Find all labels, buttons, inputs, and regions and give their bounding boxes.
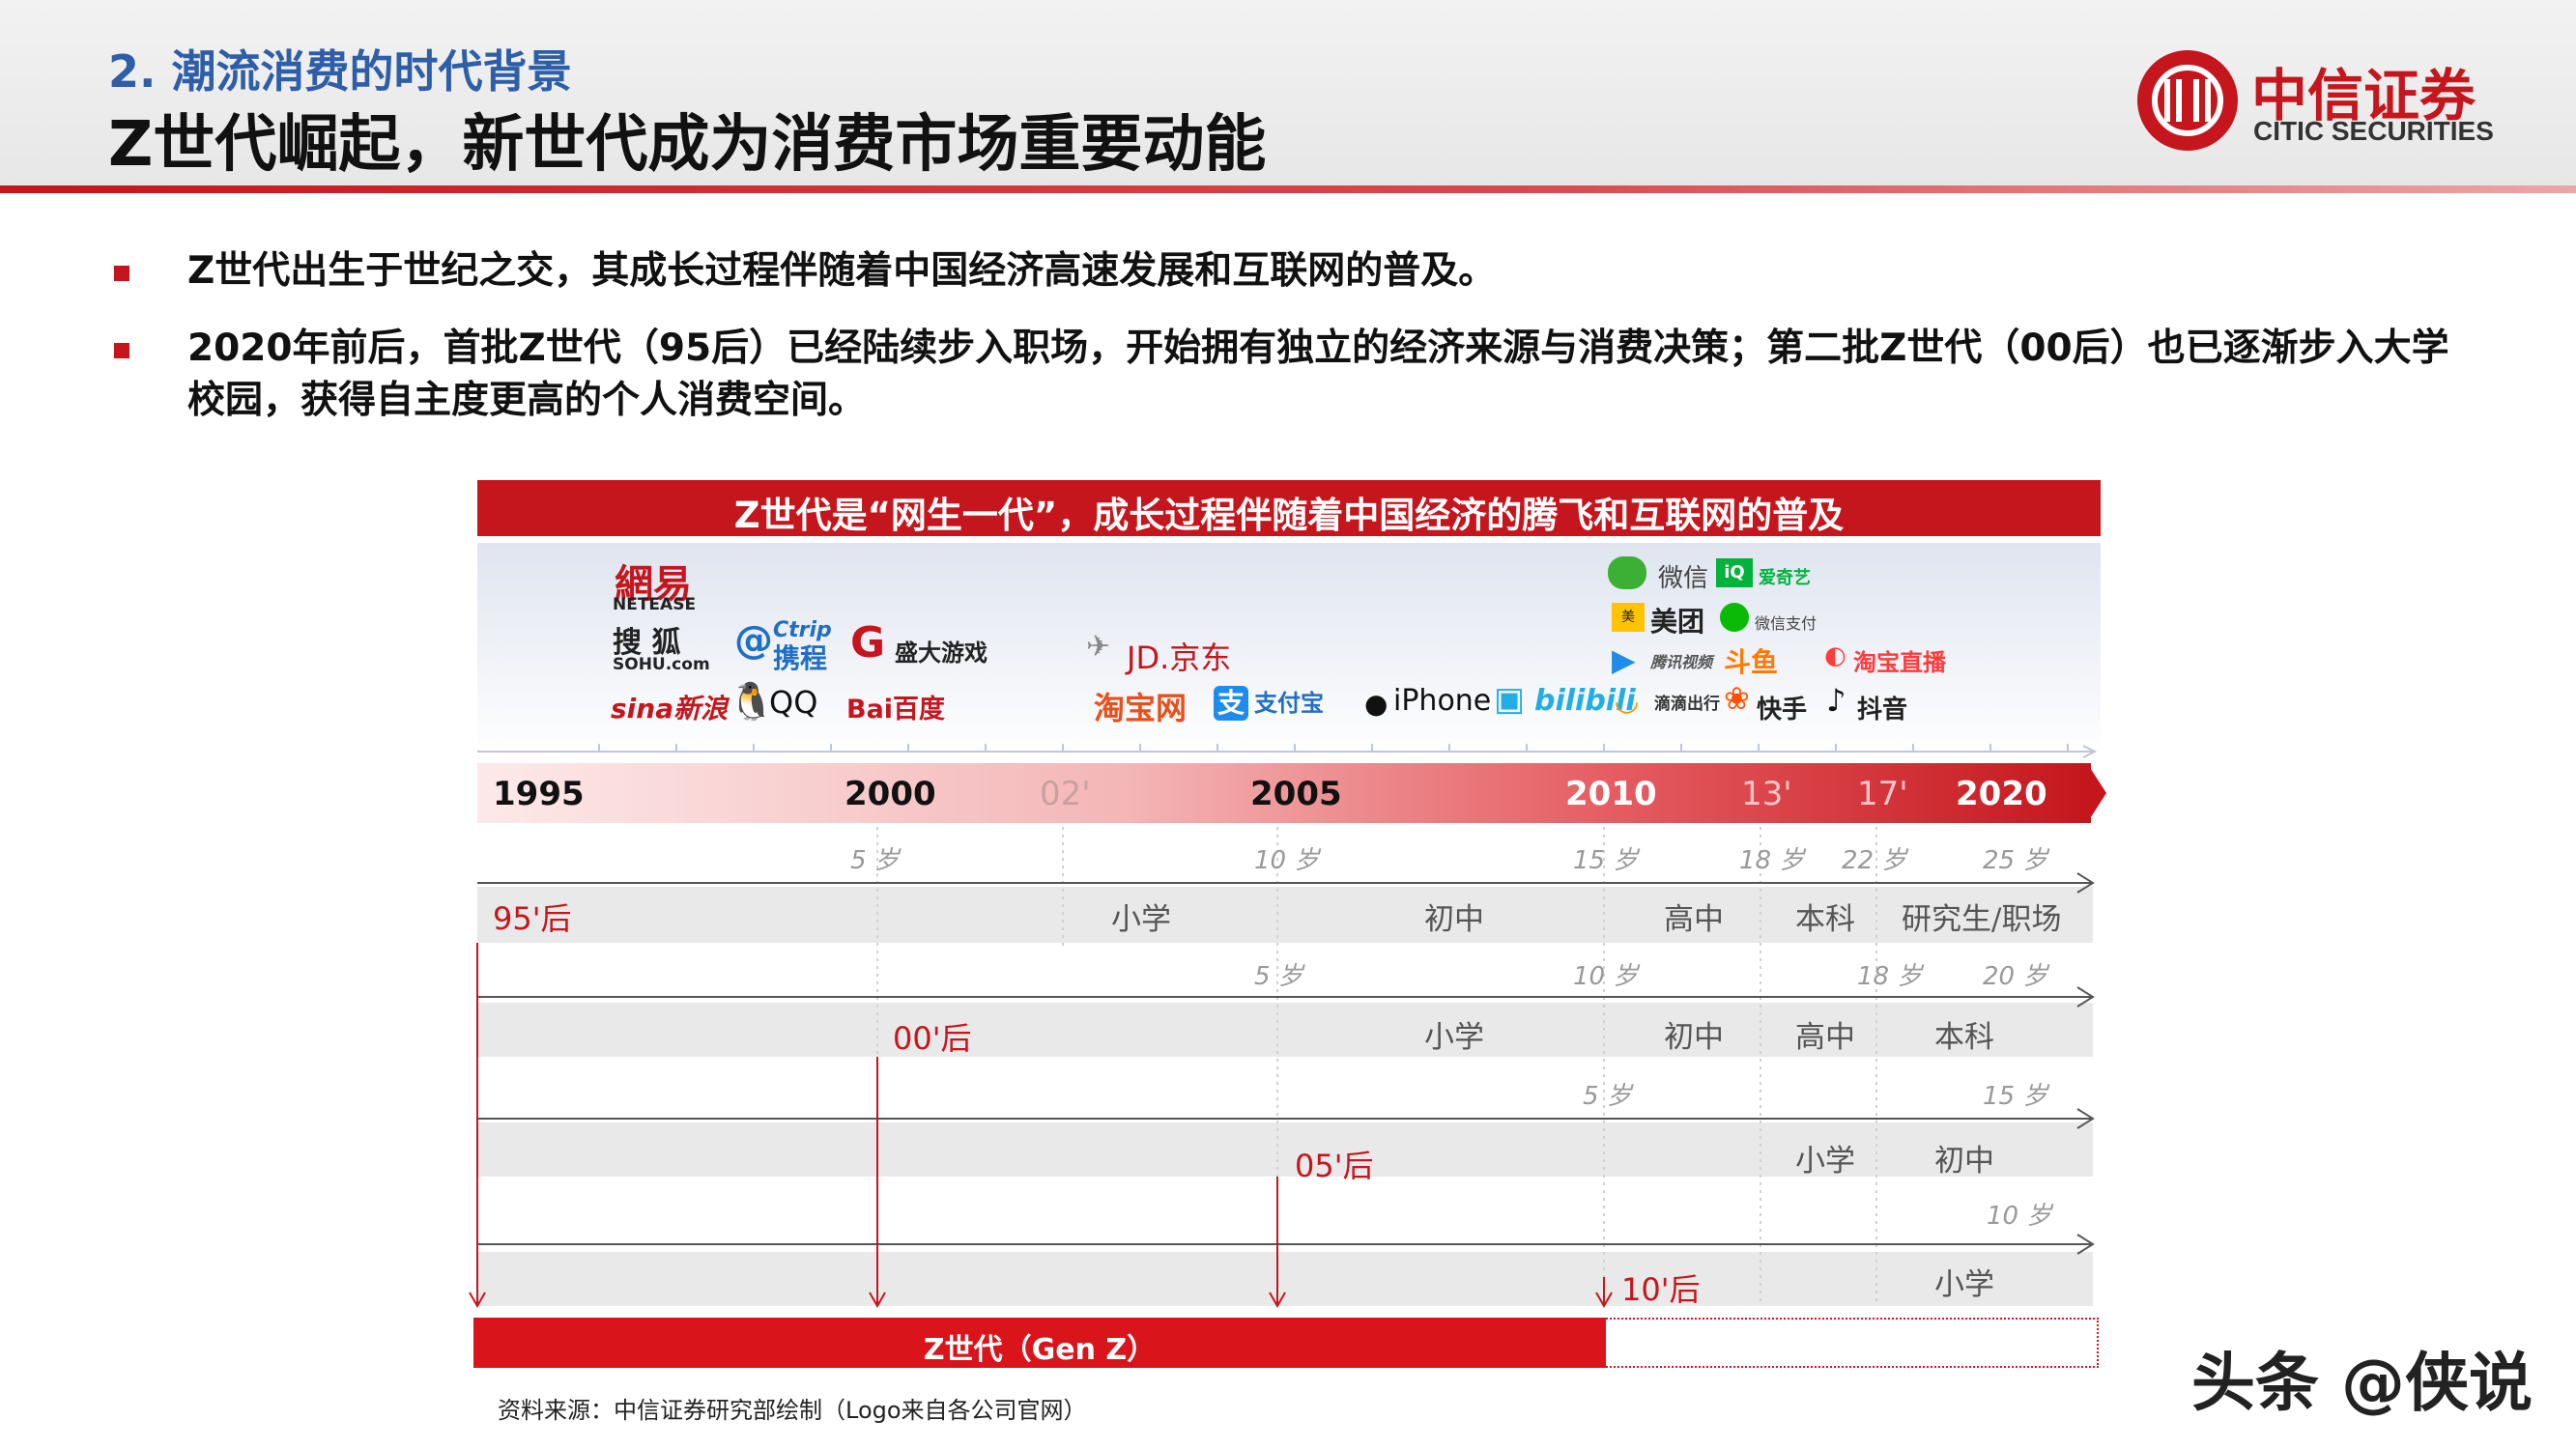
age-label: 5 岁	[1583, 1082, 1632, 1111]
age-label: 18 岁	[1739, 846, 1805, 875]
age-label: 25 岁	[1983, 846, 2048, 875]
stage-label: 小学	[1111, 902, 1171, 937]
cohort-label: 95'后	[493, 900, 572, 937]
source-note: 资料来源：中信证券研究部绘制（Logo来自各公司官网）	[498, 1397, 1087, 1424]
stage-label: 初中	[1664, 1020, 1724, 1055]
age-label: 20 岁	[1983, 962, 2048, 991]
cohort-label: 00'后	[893, 1020, 972, 1057]
age-label: 10 岁	[1573, 962, 1639, 991]
stage-label: 小学	[1424, 1020, 1484, 1055]
stage-label: 本科	[1934, 1020, 1994, 1055]
age-label: 18 岁	[1857, 962, 1923, 991]
genz-label: Z世代（Gen Z）	[923, 1333, 1157, 1367]
stage-label: 高中	[1795, 1020, 1855, 1055]
cohort-label: 05'后	[1295, 1148, 1374, 1184]
timeline-grid	[469, 827, 2095, 1309]
stage-label: 小学	[1934, 1267, 1994, 1302]
age-label: 5 岁	[850, 846, 900, 875]
stage-label: 初中	[1424, 902, 1484, 937]
stage-label: 初中	[1934, 1144, 1994, 1179]
stage-label: 研究生/职场	[1902, 902, 2062, 937]
age-label: 15 岁	[1573, 846, 1639, 875]
age-label: 22 岁	[1842, 846, 1907, 875]
age-label: 15 岁	[1983, 1082, 2048, 1111]
stage-label: 本科	[1795, 902, 1855, 937]
stage-label: 高中	[1664, 902, 1724, 937]
age-label: 10 岁	[1987, 1202, 2052, 1231]
cohort-label: 10'后	[1621, 1271, 1701, 1308]
age-label: 5 岁	[1254, 962, 1303, 991]
age-label: 10 岁	[1254, 846, 1320, 875]
watermark: 头条 @侠说	[2191, 1346, 2533, 1420]
stage-label: 小学	[1795, 1144, 1855, 1179]
